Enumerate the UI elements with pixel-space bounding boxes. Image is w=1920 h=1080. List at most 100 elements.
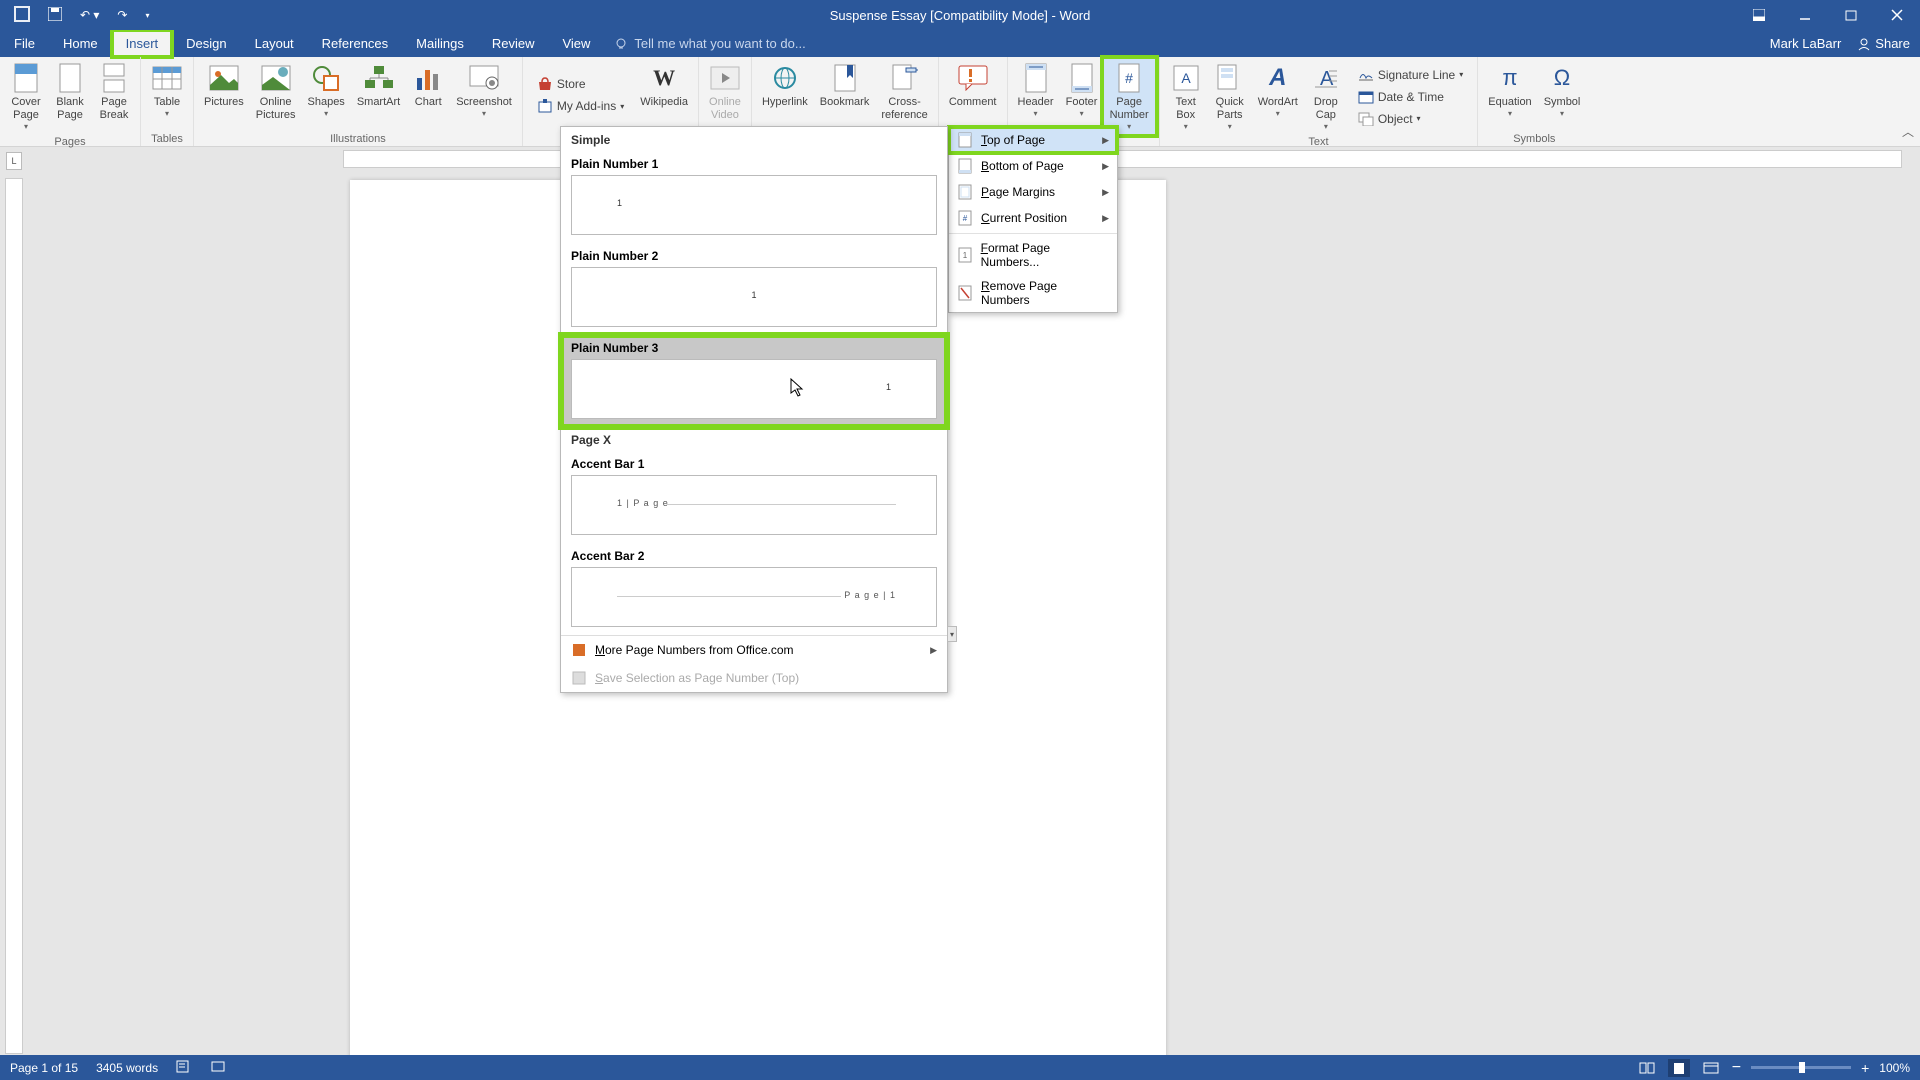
pictures-icon [208,62,240,94]
footer-button[interactable]: Footer▾ [1060,59,1104,134]
table-button[interactable]: Table▾ [145,59,189,131]
ruler-tab-selector[interactable]: L [6,152,22,170]
equation-button[interactable]: πEquation▾ [1482,59,1537,131]
textbox-icon: A [1170,62,1202,94]
minimize-icon[interactable] [1782,0,1828,30]
screenshot-button[interactable]: Screenshot▾ [450,59,518,131]
tab-insert[interactable]: Insert [112,30,173,57]
shapes-button[interactable]: Shapes▾ [302,59,351,131]
signature-line-button[interactable]: Signature Line ▾ [1354,65,1467,85]
share-button[interactable]: Share [1857,36,1910,51]
blank-page-button[interactable]: BlankPage [48,59,92,134]
tab-file[interactable]: File [0,30,49,57]
collapse-ribbon-icon[interactable]: ︿ [1902,123,1914,140]
online-pictures-button[interactable]: OnlinePictures [250,59,302,131]
cover-page-icon [10,62,42,94]
wordart-button[interactable]: AWordArt▾ [1252,59,1304,134]
header-button[interactable]: Header▾ [1012,59,1060,134]
gallery-plain-number-2[interactable]: Plain Number 2 1 [561,243,947,335]
text-box-button[interactable]: ATextBox▾ [1164,59,1208,134]
hyperlink-button[interactable]: Hyperlink [756,59,814,131]
store-icon [537,76,553,92]
gallery-plain-number-3[interactable]: Plain Number 3 1 [561,335,947,427]
zoom-out-button[interactable]: − [1732,1059,1741,1077]
menu-bottom-of-page[interactable]: Bottom of Page▶ [949,153,1117,179]
undo-icon[interactable]: ↶ ▾ [74,4,105,26]
chart-button[interactable]: Chart [406,59,450,131]
wikipedia-icon: W [648,62,680,94]
remove-numbers-icon [957,285,973,301]
format-numbers-icon: 1 [957,247,973,263]
bookmark-button[interactable]: Bookmark [814,59,876,131]
cross-reference-button[interactable]: Cross-reference [875,59,933,131]
menu-remove-page-numbers[interactable]: Remove Page Numbers [949,274,1117,312]
comment-button[interactable]: Comment [943,59,1003,131]
view-read-mode[interactable] [1636,1059,1658,1077]
redo-icon[interactable]: ↷ [111,4,133,26]
quick-parts-button[interactable]: QuickParts▾ [1208,59,1252,134]
tab-view[interactable]: View [548,30,604,57]
wikipedia-button[interactable]: WWikipedia [634,59,694,131]
status-page[interactable]: Page 1 of 15 [10,1061,78,1075]
page-number-gallery: Simple Plain Number 1 1 Plain Number 2 1… [560,126,948,693]
menu-bar: File Home Insert Design Layout Reference… [0,30,1920,57]
date-time-button[interactable]: Date & Time [1354,87,1467,107]
current-position-icon: # [957,210,973,226]
online-video-button[interactable]: OnlineVideo [703,59,747,131]
view-web-layout[interactable] [1700,1059,1722,1077]
maximize-icon[interactable] [1828,0,1874,30]
cover-page-button[interactable]: CoverPage▾ [4,59,48,134]
store-button[interactable]: Store [533,74,628,94]
ribbon-display-options-icon[interactable] [1736,0,1782,30]
datetime-icon [1358,89,1374,105]
my-addins-button[interactable]: My Add-ins ▾ [533,96,628,116]
save-icon[interactable] [42,3,68,28]
gallery-accent-bar-2[interactable]: Accent Bar 2 P a g e | 1 [561,543,947,635]
gallery-more-office[interactable]: More Page Numbers from Office.com▶ [561,636,947,664]
menu-top-of-page[interactable]: Top of Page▶ [949,127,1117,153]
gallery-accent-bar-1[interactable]: Accent Bar 1 1 | P a g e [561,451,947,543]
gallery-scroll-down[interactable]: ▾ [947,626,957,642]
office-icon [571,642,587,658]
view-print-layout[interactable] [1668,1059,1690,1077]
object-button[interactable]: Object ▾ [1354,109,1467,129]
status-words[interactable]: 3405 words [96,1061,158,1075]
menu-current-position[interactable]: #Current Position▶ [949,205,1117,231]
tab-references[interactable]: References [308,30,402,57]
tab-design[interactable]: Design [172,30,240,57]
symbol-button[interactable]: ΩSymbol▾ [1538,59,1587,131]
zoom-level[interactable]: 100% [1879,1061,1910,1075]
page-number-button[interactable]: #PageNumber▾ [1104,59,1155,134]
user-name[interactable]: Mark LaBarr [1770,36,1842,51]
page-break-button[interactable]: PageBreak [92,59,136,134]
word-icon [8,2,36,29]
tab-mailings[interactable]: Mailings [402,30,478,57]
preview-plain-3: 1 [571,359,937,419]
group-tables-label: Tables [151,131,183,146]
status-proof-icon[interactable] [176,1059,192,1076]
preview-accent-1: 1 | P a g e [571,475,937,535]
pictures-button[interactable]: Pictures [198,59,250,131]
zoom-in-button[interactable]: + [1861,1060,1869,1076]
close-icon[interactable] [1874,0,1920,30]
ruler-vertical[interactable] [5,178,23,1054]
table-icon [151,62,183,94]
menu-format-page-numbers[interactable]: 1Format Page Numbers... [949,236,1117,274]
tab-home[interactable]: Home [49,30,112,57]
top-of-page-icon [957,132,973,148]
online-pictures-icon [260,62,292,94]
drop-cap-button[interactable]: ADropCap▾ [1304,59,1348,134]
page-break-icon [98,62,130,94]
smartart-button[interactable]: SmartArt [351,59,406,131]
gallery-plain-number-1[interactable]: Plain Number 1 1 [561,151,947,243]
tab-review[interactable]: Review [478,30,549,57]
menu-page-margins[interactable]: Page Margins▶ [949,179,1117,205]
tab-layout[interactable]: Layout [241,30,308,57]
wordart-icon: A [1262,62,1294,94]
group-symbols-label: Symbols [1513,131,1555,146]
chart-icon [412,62,444,94]
qat-customize-icon[interactable]: ▾ [139,7,155,24]
zoom-slider[interactable] [1751,1066,1851,1069]
tell-me-search[interactable]: Tell me what you want to do... [614,30,805,57]
status-macro-icon[interactable] [210,1059,226,1076]
